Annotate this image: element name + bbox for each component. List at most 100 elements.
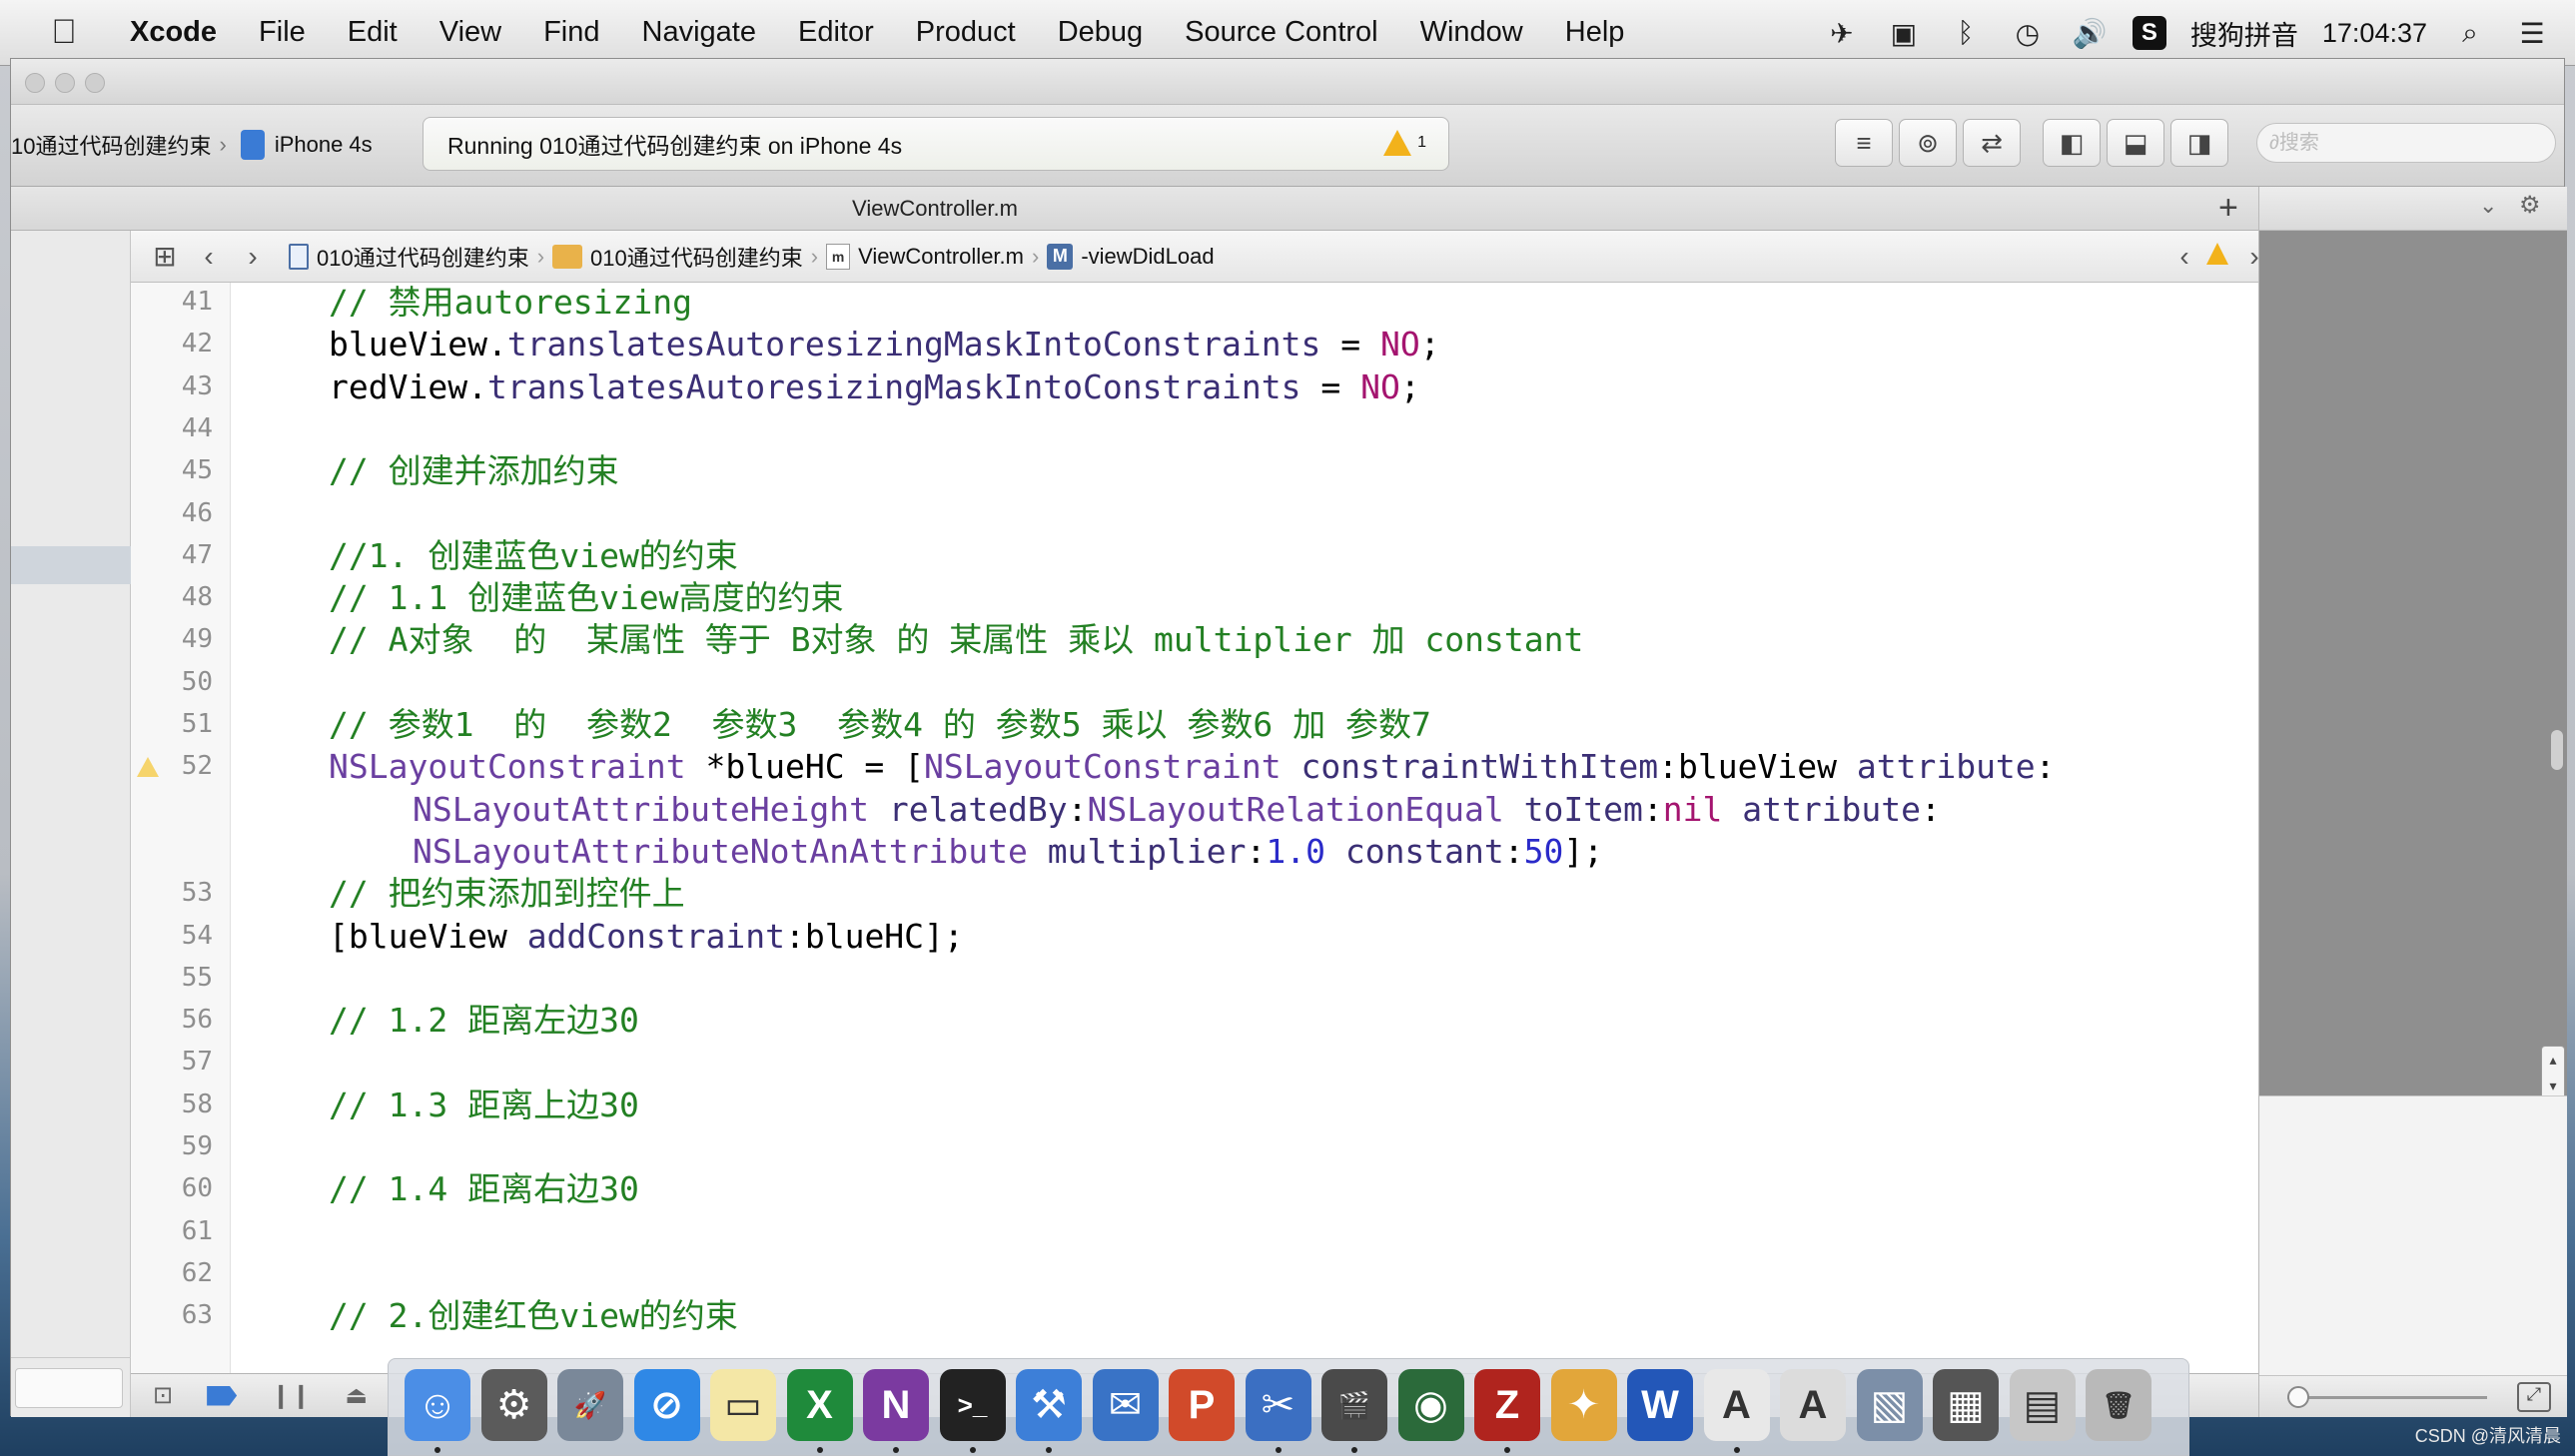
spotlight-search-icon[interactable]: ⌕ xyxy=(2451,14,2489,52)
menu-app[interactable]: Xcode xyxy=(94,16,238,49)
line-number[interactable]: 57 xyxy=(131,1047,213,1077)
time-machine-icon[interactable]: ◷ xyxy=(2009,14,2047,52)
activity-warning-indicator[interactable]: 1 xyxy=(1383,130,1426,156)
menu-product[interactable]: Product xyxy=(895,16,1037,49)
code-line[interactable]: [blueView addConstraint:blueHC]; xyxy=(329,917,964,957)
breadcrumb-group[interactable]: 010通过代码创建约束 xyxy=(552,241,803,273)
code-comment-line[interactable]: //1. 创建蓝色view的约束 xyxy=(329,536,738,576)
scrollbar-thumb[interactable] xyxy=(2551,730,2563,770)
toolbox-icon[interactable]: ✦ xyxy=(1550,1369,1617,1441)
volume-icon[interactable]: 🔊 xyxy=(2071,14,2109,52)
line-number[interactable]: 46 xyxy=(131,498,213,528)
zoom-slider-track[interactable] xyxy=(2287,1396,2487,1399)
menu-debug[interactable]: Debug xyxy=(1037,16,1164,49)
code-comment-line[interactable]: // A对象 的 某属性 等于 B对象 的 某属性 乘以 multiplier … xyxy=(329,620,1583,660)
code-comment-line[interactable]: // 创建并添加约束 xyxy=(329,451,619,491)
menu-source-control[interactable]: Source Control xyxy=(1164,16,1398,49)
code-comment-line[interactable]: // 2.创建红色view的约束 xyxy=(329,1296,738,1336)
line-number[interactable]: 43 xyxy=(131,371,213,401)
code-comment-line[interactable]: // 1.2 距离左边30 xyxy=(329,1001,639,1041)
minimize-window-button[interactable] xyxy=(55,73,75,93)
tab-viewcontroller[interactable]: ViewController.m xyxy=(11,196,1859,222)
globe-icon[interactable]: ◉ xyxy=(1397,1369,1464,1441)
textedit-icon[interactable]: A xyxy=(1703,1369,1770,1441)
standard-editor-button[interactable]: ≡ xyxy=(1835,119,1893,167)
menu-view[interactable]: View xyxy=(419,16,522,49)
breadcrumb-project[interactable]: 010通过代码创建约束 xyxy=(289,241,529,273)
excel-icon[interactable]: X xyxy=(786,1369,853,1441)
device-name[interactable]: iPhone 4s xyxy=(275,132,373,158)
filezilla-icon[interactable]: Z xyxy=(1474,1369,1540,1441)
step-over-icon[interactable]: ⏏ xyxy=(345,1381,368,1410)
line-number[interactable]: 49 xyxy=(131,624,213,654)
line-number[interactable]: 47 xyxy=(131,540,213,570)
finder-icon[interactable]: ☺ xyxy=(405,1369,470,1441)
line-number[interactable]: 55 xyxy=(131,963,213,993)
trash-icon[interactable]: 🗑 xyxy=(2086,1369,2151,1441)
safari-icon[interactable]: ⊘ xyxy=(633,1369,700,1441)
code-comment-line[interactable]: // 1.1 创建蓝色view高度的约束 xyxy=(329,578,844,618)
add-tab-button[interactable]: + xyxy=(2218,189,2238,228)
line-number[interactable]: 54 xyxy=(131,921,213,951)
airplane-icon[interactable]: ✈ xyxy=(1823,14,1861,52)
launchpad-icon[interactable]: 🚀 xyxy=(557,1369,623,1441)
toggle-navigator-button[interactable]: ◧ xyxy=(2043,119,2101,167)
video-camera-icon[interactable]: ▣ xyxy=(1885,14,1923,52)
library-stepper[interactable]: ▴ ▾ xyxy=(2541,1046,2565,1101)
hide-debug-area-icon[interactable]: ⊡ xyxy=(153,1381,173,1410)
code-comment-line[interactable]: // 把约束添加到控件上 xyxy=(329,874,685,914)
chevron-down-icon[interactable]: ⌄ xyxy=(2479,193,2497,219)
toggle-debug-area-button[interactable]: ⬓ xyxy=(2107,119,2164,167)
line-number[interactable]: 51 xyxy=(131,709,213,739)
line-number[interactable]: 53 xyxy=(131,878,213,908)
line-number[interactable]: 56 xyxy=(131,1005,213,1035)
disk-icon[interactable]: ▦ xyxy=(1933,1369,1999,1441)
line-number[interactable]: 62 xyxy=(131,1258,213,1288)
onenote-icon[interactable]: N xyxy=(863,1369,929,1441)
menu-help[interactable]: Help xyxy=(1544,16,1646,49)
line-number[interactable]: 42 xyxy=(131,329,213,359)
input-method-icon[interactable]: S xyxy=(2132,16,2166,50)
pause-icon[interactable]: ❙❙ xyxy=(271,1381,311,1410)
search-field[interactable]: ∂搜索 xyxy=(2256,123,2556,163)
xcode-icon[interactable]: ⚒ xyxy=(1016,1369,1082,1441)
instruments-icon[interactable]: ✂ xyxy=(1245,1369,1311,1441)
line-number[interactable]: 41 xyxy=(131,287,213,317)
preview-icon[interactable]: ▧ xyxy=(1856,1369,1923,1441)
mail-icon[interactable]: ✉ xyxy=(1092,1369,1159,1441)
code-line[interactable]: NSLayoutAttributeNotAnAttribute multipli… xyxy=(413,832,1603,872)
line-warning-icon[interactable] xyxy=(137,757,159,778)
forward-button[interactable]: › xyxy=(231,241,275,273)
gear-icon[interactable]: ⚙ xyxy=(2519,191,2541,220)
code-line[interactable]: NSLayoutConstraint *blueHC = [NSLayoutCo… xyxy=(329,747,2056,787)
zoom-slider-knob[interactable] xyxy=(2287,1386,2309,1408)
line-number[interactable]: 63 xyxy=(131,1300,213,1330)
navigator-filter-input[interactable] xyxy=(15,1368,123,1408)
code-comment-line[interactable]: // 禁用autoresizing xyxy=(329,283,692,323)
bluetooth-icon[interactable]: ᛒ xyxy=(1947,14,1985,52)
line-number[interactable]: 44 xyxy=(131,413,213,443)
menu-navigate[interactable]: Navigate xyxy=(621,16,777,49)
previous-issue-button[interactable]: ‹ xyxy=(2162,241,2206,273)
notes-icon[interactable]: ▭ xyxy=(710,1369,776,1441)
system-preferences-icon[interactable]: ⚙ xyxy=(480,1369,547,1441)
version-editor-button[interactable]: ⇄ xyxy=(1963,119,2021,167)
line-number[interactable]: 58 xyxy=(131,1090,213,1119)
menu-window[interactable]: Window xyxy=(1399,16,1544,49)
input-method-label[interactable]: 搜狗拼音 xyxy=(2190,14,2298,53)
font-book-icon[interactable]: A xyxy=(1780,1369,1846,1441)
final-cut-icon[interactable]: 🎬 xyxy=(1321,1369,1387,1441)
menu-file[interactable]: File xyxy=(238,16,327,49)
line-number[interactable]: 48 xyxy=(131,582,213,612)
grid-icon[interactable]: ⊞ xyxy=(143,240,187,273)
line-number[interactable]: 50 xyxy=(131,667,213,697)
scheme-selector[interactable]: 10通过代码创建约束 › iPhone 4s xyxy=(11,123,373,167)
source-editor[interactable]: 41 42 43 44 45 46 47 48 49 50 51 52 53 54 55 56 57 58 59 60… xyxy=(131,283,2258,1381)
zoom-window-button[interactable] xyxy=(85,73,105,93)
menu-editor[interactable]: Editor xyxy=(777,16,895,49)
issue-warning-icon[interactable] xyxy=(2206,243,2228,265)
scheme-name[interactable]: 10通过代码创建约束 xyxy=(11,129,211,161)
word-icon[interactable]: W xyxy=(1627,1369,1693,1441)
code-line[interactable]: redView.translatesAutoresizingMaskIntoCo… xyxy=(329,367,1420,407)
line-number[interactable]: 45 xyxy=(131,455,213,485)
